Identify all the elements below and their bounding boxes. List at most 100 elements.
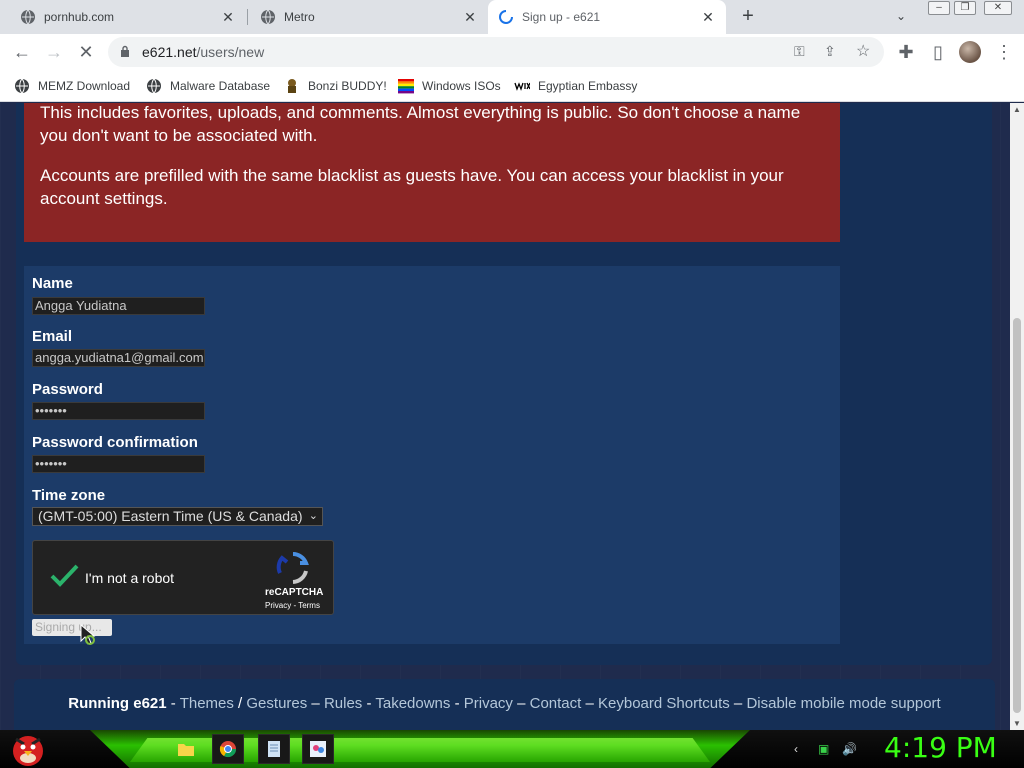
minimize-button[interactable]: – [928,1,950,15]
chrome-icon [219,741,237,758]
bookmark-label: Bonzi BUDDY! [308,79,387,93]
url-text: e621.net/users/new [142,44,264,60]
address-bar[interactable]: e621.net/users/new ⚿ ⇪ ☆ [108,37,884,67]
taskbar-clock[interactable]: 4:19 PM [884,731,997,764]
chrome-taskbar-button[interactable] [212,734,244,764]
footer-separator: / [233,695,247,712]
menu-kebab-icon[interactable]: ⋮ [994,42,1014,62]
recaptcha-links[interactable]: Privacy - Terms [265,601,320,610]
footer-link-takedowns[interactable]: Takedowns [375,695,450,712]
back-arrow-icon[interactable]: ← [12,42,32,62]
extensions-puzzle-icon[interactable]: ✚ [896,42,916,62]
bookmark-label: Windows ISOs [422,79,501,93]
footer-separator: – [581,695,599,712]
share-icon[interactable]: ⇪ [824,43,836,60]
file-explorer-taskbar-button[interactable] [170,734,202,764]
bookmark-label: Egyptian Embassy [538,79,638,93]
password-confirmation-field[interactable]: ••••••• [32,455,205,473]
footer-link-contact[interactable]: Contact [530,695,582,712]
footer-link-privacy[interactable]: Privacy [464,695,513,712]
page-scrollbar[interactable]: ▲ ▼ [1010,103,1024,730]
timezone-select[interactable]: (GMT-05:00) Eastern Time (US & Canada) ⌄ [32,507,323,526]
url-path: /users/new [196,44,265,60]
rainbow-flag-icon [398,79,414,94]
footer-link-rules[interactable]: Rules [324,695,362,712]
footer-separator: – [512,695,530,712]
new-tab-button[interactable]: + [738,6,758,27]
tray-chevron-icon[interactable]: ‹ [794,742,798,756]
scroll-down-arrow-icon[interactable]: ▼ [1013,719,1021,728]
key-icon[interactable]: ⚿ [794,43,805,60]
scrollbar-thumb[interactable] [1013,318,1021,713]
tab-signup-e621[interactable]: Sign up - e621 ✕ [488,0,726,34]
notepad-taskbar-button[interactable] [258,734,290,764]
email-label: Email [32,328,73,345]
side-panel-icon[interactable]: ▯ [928,42,948,62]
tab-metro[interactable]: Metro ✕ [248,0,488,34]
footer-running: Running e621 [68,695,167,712]
page-viewport: This includes favorites, uploads, and co… [0,103,1010,730]
signup-submit-button[interactable]: Signing up... [32,619,112,636]
busy-cursor-icon [80,624,96,645]
paint-icon [310,741,326,757]
recaptcha-widget[interactable]: I'm not a robot reCAPTCHA Privacy - Term… [32,540,334,615]
tab-search-chevron-icon[interactable]: ⌄ [896,9,912,25]
bookmark-label: Malware Database [170,79,271,93]
close-tab-icon[interactable]: ✕ [462,9,478,25]
bookmark-egyptian-embassy[interactable]: Egyptian Embassy [514,76,637,96]
close-window-button[interactable]: ✕ [984,1,1012,15]
profile-avatar[interactable] [959,41,981,63]
forward-arrow-icon[interactable]: → [44,42,64,62]
close-tab-icon[interactable]: ✕ [700,9,716,25]
bookmarks-bar: MEMZ Download Malware Database Bonzi BUD… [0,70,1024,102]
bookmark-malware-database[interactable]: Malware Database [146,76,270,96]
footer-link-themes[interactable]: Themes [180,695,234,712]
restore-button[interactable]: ❐ [954,1,976,15]
signup-form: Name Angga Yudiatna Email angga.yudiatna… [24,266,840,644]
footer-separator: – [307,695,324,712]
footer-link-keyboard-shortcuts[interactable]: Keyboard Shortcuts [598,695,730,712]
angry-bird-start-button-icon[interactable] [8,731,48,767]
volume-icon[interactable]: 🔊 [842,742,857,756]
notice-paragraph-public: This includes favorites, uploads, and co… [40,103,801,145]
globe-icon [261,9,275,25]
globe-icon [15,78,29,94]
checkmark-icon[interactable] [49,561,79,591]
close-tab-icon[interactable]: ✕ [220,9,236,25]
tab-strip: pornhub.com ✕ Metro ✕ Sign up - e621 ✕ +… [0,0,1024,34]
scroll-up-arrow-icon[interactable]: ▲ [1013,105,1021,114]
tab-title: Sign up - e621 [522,10,601,24]
wix-icon [514,82,530,91]
footer-separator: - [166,695,180,712]
timezone-label: Time zone [32,487,106,504]
bookmark-windows-isos[interactable]: Windows ISOs [398,76,501,96]
footer-separator: - [450,695,464,712]
taskbar: ‹ ▣ 🔊 4:19 PM [0,730,1024,768]
lock-icon[interactable] [120,45,130,58]
loading-spinner-icon [499,10,513,24]
tab-pornhub[interactable]: pornhub.com ✕ [0,0,246,34]
bookmark-memz[interactable]: MEMZ Download [14,76,130,96]
captcha-label: I'm not a robot [85,570,175,586]
email-field[interactable]: angga.yudiatna1@gmail.com [32,349,205,367]
chevron-down-icon: ⌄ [308,510,318,522]
folder-icon [178,744,194,756]
bonzi-icon [288,79,296,93]
paint-taskbar-button[interactable] [302,734,334,764]
password-confirmation-label: Password confirmation [32,434,198,451]
footer-link-disable-mobile-mode[interactable]: Disable mobile mode support [746,695,940,712]
network-icon[interactable]: ▣ [818,742,829,756]
footer-link-gestures[interactable]: Gestures [246,695,307,712]
bookmark-label: MEMZ Download [38,79,131,93]
url-host: e621.net [142,44,197,60]
footer-separator: - [362,695,376,712]
globe-icon [21,9,35,25]
footer-separator: – [729,695,747,712]
recaptcha-logo-icon [276,552,309,584]
name-label: Name [32,275,73,292]
stop-loading-icon[interactable]: ✕ [76,42,96,62]
bookmark-star-icon[interactable]: ☆ [856,41,870,61]
bookmark-bonzi-buddy[interactable]: Bonzi BUDDY! [284,76,387,96]
name-field[interactable]: Angga Yudiatna [32,297,205,315]
password-field[interactable]: ••••••• [32,402,205,420]
